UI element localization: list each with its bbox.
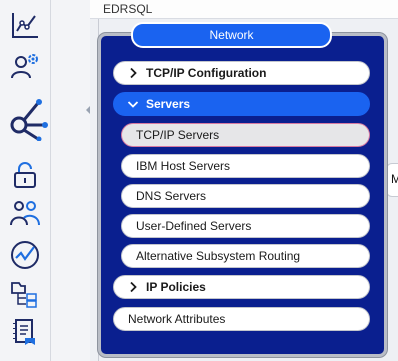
menu-item-label: IBM Host Servers	[136, 159, 231, 173]
menu-item-network-attributes[interactable]: Network Attributes	[113, 307, 370, 331]
menu-item-tcpip-servers[interactable]: TCP/IP Servers	[121, 123, 370, 147]
menu-item-label: DNS Servers	[136, 189, 207, 203]
menu-item-dns-servers[interactable]: DNS Servers	[121, 184, 370, 208]
network-icon[interactable]	[0, 92, 50, 144]
menu-item-label: Network Attributes	[128, 312, 226, 326]
menu-item-label: TCP/IP Configuration	[146, 66, 267, 80]
menu-item-label: Alternative Subsystem Routing	[136, 249, 301, 263]
configuration-icon[interactable]	[0, 48, 50, 82]
chevron-down-icon	[127, 98, 139, 110]
menu-item-servers[interactable]: Servers	[113, 92, 370, 116]
file-systems-icon[interactable]	[0, 278, 50, 310]
menu-item-alternative-subsystem-routing[interactable]: Alternative Subsystem Routing	[121, 244, 370, 268]
security-icon[interactable]	[0, 160, 50, 190]
collapsed-side-tab-label: M	[391, 172, 398, 186]
journal-icon[interactable]	[0, 316, 50, 348]
analytics-icon[interactable]	[0, 8, 50, 42]
collapsed-side-tab[interactable]: M	[386, 163, 398, 197]
users-groups-icon[interactable]	[0, 196, 50, 230]
menu-item-ibm-host-servers[interactable]: IBM Host Servers	[121, 154, 370, 178]
system-name: EDRSQL	[103, 2, 153, 16]
menu-item-ip-policies[interactable]: IP Policies	[113, 275, 370, 299]
menu-item-tcpip-configuration[interactable]: TCP/IP Configuration	[113, 61, 370, 85]
network-menu-title: Network	[131, 22, 332, 48]
navigation-rail	[0, 0, 51, 361]
menu-item-label: User-Defined Servers	[136, 219, 252, 233]
system-header: EDRSQL	[90, 0, 398, 19]
menu-item-user-defined-servers[interactable]: User-Defined Servers	[121, 214, 370, 238]
performance-icon[interactable]	[0, 238, 50, 272]
menu-item-label: IP Policies	[146, 280, 206, 294]
menu-item-label: Servers	[146, 97, 191, 111]
menu-item-label: TCP/IP Servers	[136, 128, 220, 142]
chevron-right-icon	[127, 281, 139, 293]
chevron-right-icon	[127, 67, 139, 79]
